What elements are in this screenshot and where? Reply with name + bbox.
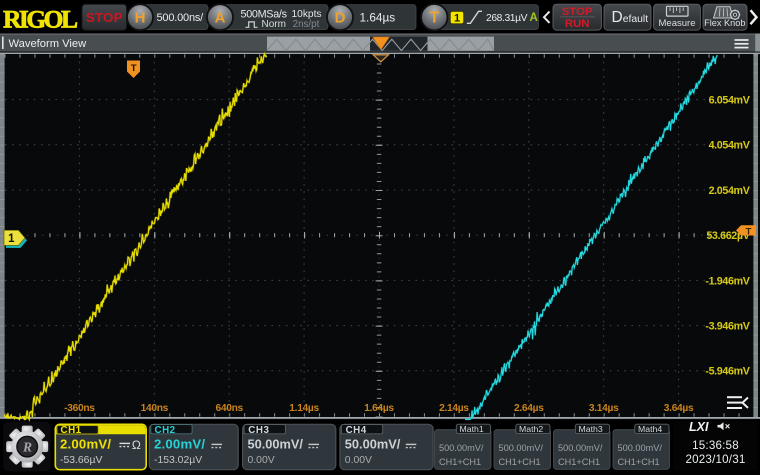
svg-text:2023/10/31: 2023/10/31 (685, 453, 745, 466)
svg-text:-3.946mV: -3.946mV (705, 321, 750, 333)
svg-text:6.054mV: 6.054mV (709, 95, 751, 107)
svg-text:Math4: Math4 (638, 424, 662, 434)
svg-text:2.00mV/: 2.00mV/ (60, 437, 111, 452)
svg-text:CH1+CH1: CH1+CH1 (439, 457, 481, 467)
svg-text:Flex Knob: Flex Knob (704, 18, 745, 28)
svg-text:4.054mV: 4.054mV (709, 140, 751, 152)
svg-text:Norm: Norm (262, 19, 286, 30)
svg-text:1: 1 (454, 12, 460, 24)
svg-text:RIGOL: RIGOL (3, 4, 78, 33)
svg-text:500.00mV/: 500.00mV/ (558, 443, 603, 453)
svg-text:500.00ns/: 500.00ns/ (157, 12, 205, 24)
svg-text:RUN: RUN (565, 18, 590, 30)
svg-text:CH1+CH1: CH1+CH1 (558, 457, 600, 467)
svg-text:T: T (429, 10, 439, 27)
svg-text:500.00mV/: 500.00mV/ (439, 443, 484, 453)
svg-text:Measure: Measure (659, 18, 696, 29)
svg-text:500.00mV/: 500.00mV/ (618, 443, 663, 453)
svg-text:1: 1 (8, 233, 15, 245)
svg-text:R: R (22, 440, 32, 455)
svg-text:2.14µs: 2.14µs (439, 403, 469, 414)
svg-text:50.00mV/: 50.00mV/ (345, 437, 401, 452)
svg-text:1.64µs: 1.64µs (364, 403, 394, 414)
svg-text:1.14µs: 1.14µs (289, 403, 319, 414)
svg-text:2ns/pt: 2ns/pt (293, 19, 320, 30)
svg-text:CH4: CH4 (346, 425, 367, 436)
svg-text:-1.946mV: -1.946mV (705, 275, 750, 287)
svg-text:-53.66µV: -53.66µV (60, 455, 102, 466)
svg-text:0.00V: 0.00V (345, 455, 372, 466)
svg-text:Ω: Ω (132, 438, 141, 452)
svg-text:140ns: 140ns (141, 403, 169, 414)
svg-text:Waveform View: Waveform View (9, 38, 88, 50)
svg-text:CH3: CH3 (248, 425, 269, 436)
svg-text:T: T (746, 226, 752, 237)
svg-text:0.00V: 0.00V (248, 455, 275, 466)
svg-text:15:36:58: 15:36:58 (692, 439, 739, 452)
svg-text:LXI: LXI (689, 420, 709, 434)
svg-text:CH1: CH1 (61, 425, 82, 436)
svg-text:CH1+CH1: CH1+CH1 (499, 457, 541, 467)
svg-text:Math2: Math2 (519, 424, 543, 434)
svg-text:2.00mV/: 2.00mV/ (154, 437, 205, 452)
svg-text:Math1: Math1 (460, 424, 484, 434)
svg-text:1.64µs: 1.64µs (360, 10, 396, 24)
svg-text:Math3: Math3 (579, 424, 603, 434)
svg-text:-5.946mV: -5.946mV (705, 366, 750, 378)
svg-text:50.00mV/: 50.00mV/ (248, 437, 304, 452)
svg-text:2.64µs: 2.64µs (514, 403, 544, 414)
svg-text:500.00mV/: 500.00mV/ (499, 443, 544, 453)
svg-text:268.31µV: 268.31µV (486, 13, 528, 24)
svg-text:H: H (135, 10, 146, 27)
svg-text:T: T (131, 63, 137, 74)
svg-text:CH2: CH2 (155, 425, 176, 436)
svg-text:-360ns: -360ns (64, 403, 95, 414)
svg-text:STOP: STOP (562, 6, 593, 18)
svg-text:CH1+CH1: CH1+CH1 (618, 457, 660, 467)
svg-text:A: A (530, 12, 538, 24)
svg-text:2.054mV: 2.054mV (709, 185, 751, 197)
svg-text:3.64µs: 3.64µs (664, 403, 694, 414)
svg-text:A: A (215, 10, 226, 27)
svg-text:-153.02µV: -153.02µV (154, 455, 202, 466)
svg-text:640ns: 640ns (216, 403, 244, 414)
svg-text:D: D (335, 10, 346, 27)
svg-text:STOP: STOP (86, 10, 123, 25)
svg-text:3.14µs: 3.14µs (589, 403, 619, 414)
